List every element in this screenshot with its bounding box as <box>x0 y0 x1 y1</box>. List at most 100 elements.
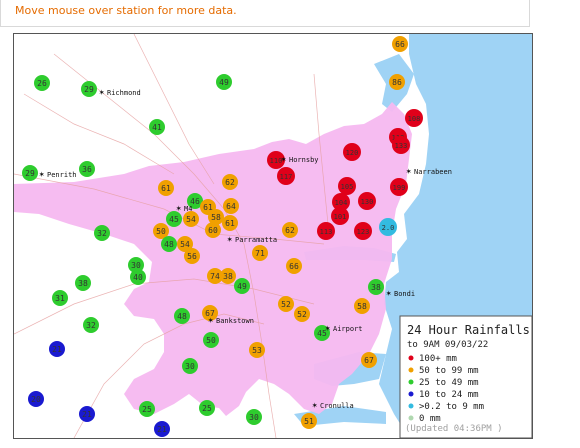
station-marker[interactable]: 199 <box>390 178 408 196</box>
station-marker[interactable]: 38 <box>75 275 91 291</box>
station-marker[interactable]: 66 <box>392 36 408 52</box>
station-marker[interactable]: 66 <box>286 258 302 274</box>
station-value: 54 <box>180 240 190 249</box>
station-marker[interactable]: 30 <box>182 358 198 374</box>
station-marker[interactable]: 62 <box>282 222 298 238</box>
station-value: 101 <box>334 213 347 221</box>
legend-label: 0 mm <box>419 414 441 424</box>
station-value: 199 <box>393 184 406 192</box>
station-value: 26 <box>37 79 47 88</box>
station-marker[interactable]: 67 <box>361 352 377 368</box>
station-value: 29 <box>84 85 94 94</box>
station-value: 20 <box>31 395 41 404</box>
station-marker[interactable]: 113 <box>317 222 335 240</box>
map-canvas: 6626294986411081131331201101172936105199… <box>14 34 532 438</box>
station-value: 36 <box>82 165 92 174</box>
station-marker[interactable]: 108 <box>405 109 423 127</box>
legend-updated: (Updated 04:36PM ) <box>405 424 503 434</box>
station-marker[interactable]: 36 <box>79 161 95 177</box>
station-marker[interactable]: 48 <box>161 236 177 252</box>
station-marker[interactable]: 41 <box>149 119 165 135</box>
place-name: Bondi <box>394 290 415 298</box>
station-marker[interactable]: 30 <box>246 409 262 425</box>
station-value: 54 <box>186 215 196 224</box>
station-marker[interactable]: 31 <box>52 290 68 306</box>
station-marker[interactable]: 56 <box>184 248 200 264</box>
station-value: 48 <box>164 240 174 249</box>
station-marker[interactable]: 49 <box>234 278 250 294</box>
station-value: 32 <box>97 229 107 238</box>
station-marker[interactable]: 26 <box>34 75 50 91</box>
station-marker[interactable]: 38 <box>368 279 384 295</box>
station-marker[interactable]: 40 <box>130 269 146 285</box>
station-marker[interactable]: 29 <box>81 81 97 97</box>
station-value: 50 <box>206 336 216 345</box>
station-value: 30 <box>249 413 259 422</box>
legend-swatch <box>408 379 414 385</box>
station-marker[interactable]: 64 <box>223 198 239 214</box>
station-value: 45 <box>169 215 179 224</box>
station-value: 52 <box>297 310 307 319</box>
place-label: ✶ Penrith <box>39 170 77 180</box>
station-value: 62 <box>225 178 235 187</box>
place-name: Airport <box>333 325 363 333</box>
station-value: 62 <box>285 226 295 235</box>
station-value: 61 <box>225 219 235 228</box>
station-marker[interactable]: 133 <box>392 136 410 154</box>
place-marker-icon: ✶ <box>312 401 318 411</box>
station-marker[interactable]: 120 <box>343 143 361 161</box>
station-marker[interactable]: 21 <box>49 341 65 357</box>
station-marker[interactable]: 50 <box>203 332 219 348</box>
station-marker[interactable]: 25 <box>139 401 155 417</box>
station-marker[interactable]: 58 <box>354 298 370 314</box>
station-marker[interactable]: 52 <box>278 296 294 312</box>
station-value: 64 <box>226 202 236 211</box>
station-marker[interactable]: 51 <box>301 413 317 429</box>
place-marker-icon: ✶ <box>281 155 287 165</box>
station-marker[interactable]: 48 <box>174 308 190 324</box>
legend-label: 50 to 99 mm <box>419 366 479 376</box>
station-marker[interactable]: 20 <box>28 391 44 407</box>
station-marker[interactable]: 29 <box>22 165 38 181</box>
station-marker[interactable]: 2.0 <box>379 218 397 236</box>
station-marker[interactable]: 61 <box>158 180 174 196</box>
station-marker[interactable]: 38 <box>220 268 236 284</box>
station-marker[interactable]: 86 <box>389 74 405 90</box>
place-name: Hornsby <box>289 156 319 164</box>
legend-label: 10 to 24 mm <box>419 390 479 400</box>
station-marker[interactable]: 32 <box>83 317 99 333</box>
station-value: 61 <box>161 184 171 193</box>
station-marker[interactable]: 123 <box>354 222 372 240</box>
station-marker[interactable]: 60 <box>205 222 221 238</box>
station-marker[interactable]: 21 <box>79 406 95 422</box>
info-bar: Move mouse over station for more data. <box>0 0 530 27</box>
station-value: 25 <box>202 404 212 413</box>
station-value: 117 <box>280 173 293 181</box>
station-marker[interactable]: 53 <box>249 342 265 358</box>
place-label: ✶ Bondi <box>386 289 415 299</box>
station-value: 49 <box>237 282 247 291</box>
station-marker[interactable]: 32 <box>94 225 110 241</box>
station-value: 104 <box>335 199 348 207</box>
station-value: 60 <box>208 226 218 235</box>
station-marker[interactable]: 21 <box>154 421 170 437</box>
station-marker[interactable]: 54 <box>183 211 199 227</box>
station-value: 86 <box>392 78 402 87</box>
place-name: Bankstown <box>216 317 254 325</box>
station-marker[interactable]: 25 <box>199 400 215 416</box>
legend-label: >0.2 to 9 mm <box>419 402 484 412</box>
station-marker[interactable]: 49 <box>216 74 232 90</box>
legend-label: 25 to 49 mm <box>419 378 479 388</box>
station-marker[interactable]: 52 <box>294 306 310 322</box>
place-label: ✶ Parramatta <box>227 235 277 245</box>
station-marker[interactable]: 117 <box>277 167 295 185</box>
station-marker[interactable]: 101 <box>331 207 349 225</box>
station-marker[interactable]: 130 <box>358 192 376 210</box>
station-value: 30 <box>131 261 141 270</box>
station-marker[interactable]: 105 <box>338 177 356 195</box>
station-marker[interactable]: 61 <box>222 215 238 231</box>
station-value: 120 <box>346 149 359 157</box>
station-marker[interactable]: 71 <box>252 245 268 261</box>
station-value: 53 <box>252 346 262 355</box>
station-marker[interactable]: 62 <box>222 174 238 190</box>
